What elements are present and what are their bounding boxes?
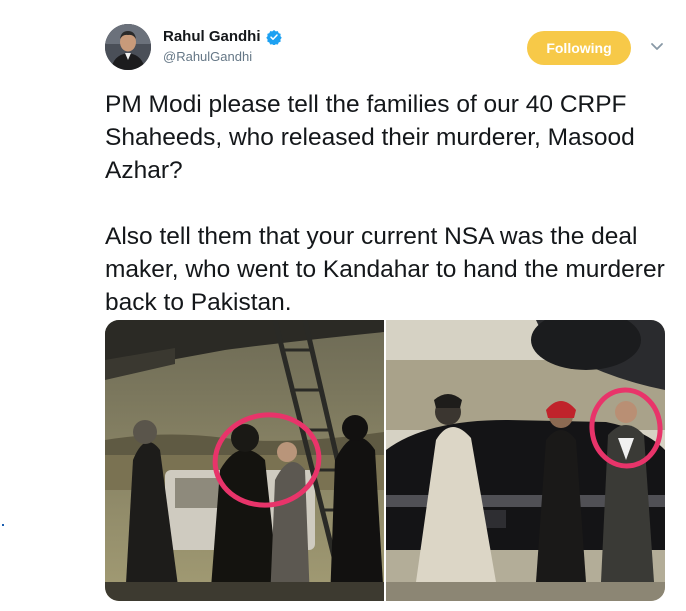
- stray-mark: [2, 524, 4, 526]
- tweet-paragraph-2: Also tell them that your current NSA was…: [105, 223, 665, 316]
- photo-left[interactable]: [105, 320, 384, 601]
- following-button[interactable]: Following: [527, 31, 631, 65]
- tweet-paragraph-1: PM Modi please tell the families of our …: [105, 91, 635, 184]
- media-grid: [105, 320, 665, 601]
- photo-right[interactable]: [386, 320, 665, 601]
- author-block: Rahul Gandhi @RahulGandhi: [163, 28, 282, 64]
- author-handle[interactable]: @RahulGandhi: [163, 49, 282, 64]
- tarmac-ladder-photo: [105, 320, 384, 601]
- profile-photo: [105, 24, 151, 70]
- verified-badge-icon: [265, 29, 282, 45]
- avatar[interactable]: [105, 24, 151, 70]
- tweet-text: PM Modi please tell the families of our …: [105, 88, 675, 319]
- chevron-down-icon[interactable]: [650, 42, 664, 52]
- author-name[interactable]: Rahul Gandhi: [163, 28, 261, 45]
- tarmac-car-photo: [386, 320, 665, 601]
